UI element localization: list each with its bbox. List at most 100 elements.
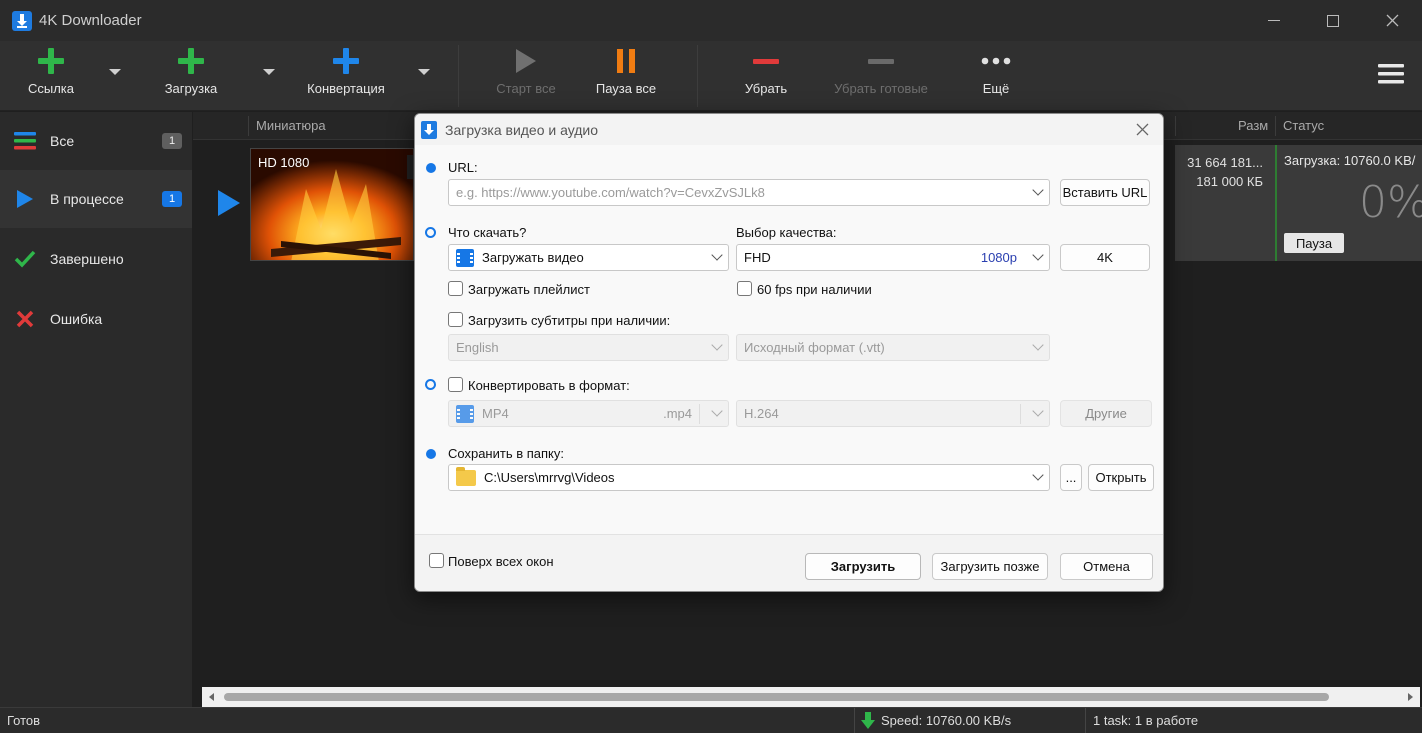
- start-all-button[interactable]: Старт все: [488, 41, 564, 111]
- convert-format-select[interactable]: MP4 .mp4: [448, 400, 729, 427]
- count-badge: 1: [162, 133, 182, 149]
- url-label: URL:: [448, 160, 478, 175]
- pause-icon: [617, 49, 635, 73]
- convert-button[interactable]: Конвертация: [300, 41, 392, 111]
- chevron-down-icon[interactable]: [1032, 339, 1044, 351]
- minimize-button[interactable]: [1244, 0, 1304, 41]
- quality-select[interactable]: FHD 1080p: [736, 244, 1050, 271]
- scroll-right-icon[interactable]: [1405, 692, 1415, 702]
- column-size[interactable]: Разм: [1238, 118, 1268, 133]
- toolbar-separator: [458, 45, 459, 107]
- chevron-down-icon[interactable]: [1032, 249, 1044, 261]
- browse-folder-button[interactable]: ...: [1060, 464, 1082, 491]
- subtitles-language-value: English: [456, 340, 499, 355]
- convert-label: Конвертировать в формат:: [468, 378, 630, 393]
- hamburger-menu-icon[interactable]: [1378, 63, 1404, 88]
- always-on-top-checkbox[interactable]: [429, 553, 444, 568]
- remove-done-button[interactable]: Убрать готовые: [826, 41, 936, 111]
- subtitles-format-select[interactable]: Исходный формат (.vtt): [736, 334, 1050, 361]
- url-placeholder: e.g. https://www.youtube.com/watch?v=Cev…: [456, 185, 765, 200]
- dialog-body: URL: e.g. https://www.youtube.com/watch?…: [415, 145, 1163, 534]
- sidebar-item-label: Завершено: [50, 251, 124, 267]
- remove-done-label: Убрать готовые: [834, 81, 928, 96]
- horizontal-scrollbar[interactable]: [202, 687, 1420, 707]
- download-dropdown-arrow[interactable]: [263, 69, 275, 75]
- column-separator: [1275, 116, 1276, 136]
- chevron-down-icon[interactable]: [711, 339, 723, 351]
- convert-codec-select[interactable]: H.264: [736, 400, 1050, 427]
- open-folder-button[interactable]: Открыть: [1088, 464, 1154, 491]
- more-dots-icon: [981, 57, 1011, 65]
- dialog-close-icon[interactable]: [1136, 120, 1149, 141]
- fps-label: 60 fps при наличии: [757, 282, 872, 297]
- quality-label: Выбор качества:: [736, 225, 837, 240]
- app-logo-icon: [421, 120, 437, 139]
- checkmark-green-icon: [14, 248, 36, 270]
- plus-green-icon: [38, 48, 64, 74]
- download-now-button[interactable]: Загрузить: [805, 553, 921, 580]
- dialog-title-bar: Загрузка видео и аудио: [415, 114, 1163, 145]
- sidebar-item-error[interactable]: Ошибка: [0, 290, 192, 348]
- save-folder-select[interactable]: C:\Users\mrrvg\Videos: [448, 464, 1050, 491]
- subtitles-checkbox[interactable]: [448, 312, 463, 327]
- other-formats-button[interactable]: Другие: [1060, 400, 1152, 427]
- thumbnail-quality-label: HD 1080: [258, 155, 310, 170]
- chevron-down-icon[interactable]: [1032, 469, 1044, 481]
- plus-blue-icon: [333, 48, 359, 74]
- download-later-button[interactable]: Загрузить позже: [932, 553, 1048, 580]
- chevron-down-icon[interactable]: [1032, 184, 1044, 196]
- pause-all-button[interactable]: Пауза все: [588, 41, 664, 111]
- quality-resolution: 1080p: [980, 250, 1017, 265]
- folder-icon: [456, 466, 476, 486]
- download-arrow-icon: [861, 712, 875, 729]
- more-button[interactable]: Ещё: [970, 41, 1022, 111]
- cancel-button[interactable]: Отмена: [1060, 553, 1153, 580]
- status-bar: Готов Speed: 10760.00 KB/s 1 task: 1 в р…: [0, 707, 1422, 733]
- download-button[interactable]: Загрузка: [158, 41, 224, 111]
- sidebar-item-in-progress[interactable]: В процессе 1: [0, 170, 192, 228]
- quality-4k-button[interactable]: 4K: [1060, 244, 1150, 271]
- minus-red-icon: [753, 58, 779, 64]
- convert-checkbox[interactable]: [448, 377, 463, 392]
- more-label: Ещё: [982, 81, 1010, 96]
- sidebar-item-completed[interactable]: Завершено: [0, 230, 192, 288]
- url-input[interactable]: e.g. https://www.youtube.com/watch?v=Cev…: [448, 179, 1050, 206]
- status-ready-text: Готов: [7, 713, 41, 728]
- fps-checkbox[interactable]: [737, 281, 752, 296]
- paste-url-button[interactable]: Вставить URL: [1060, 179, 1150, 206]
- step-bullet-hollow: [425, 379, 436, 390]
- download-label: Загрузка: [164, 81, 218, 96]
- sidebar-item-all[interactable]: Все 1: [0, 112, 192, 170]
- playlist-checkbox[interactable]: [448, 281, 463, 296]
- remove-button[interactable]: Убрать: [736, 41, 796, 111]
- convert-dropdown-arrow[interactable]: [418, 69, 430, 75]
- maximize-button[interactable]: [1303, 0, 1363, 41]
- play-row-icon[interactable]: [217, 189, 241, 220]
- title-bar: 4K Downloader: [0, 0, 1422, 41]
- convert-format-ext: .mp4: [663, 406, 692, 421]
- count-badge: 1: [162, 191, 182, 207]
- sidebar-item-label: В процессе: [50, 191, 124, 207]
- column-separator: [1175, 116, 1176, 136]
- add-link-button[interactable]: Ссылка: [20, 41, 82, 111]
- row-pause-button[interactable]: Пауза: [1284, 233, 1344, 253]
- column-status[interactable]: Статус: [1283, 118, 1324, 133]
- column-thumbnail[interactable]: Миниатюра: [256, 118, 326, 133]
- scrollbar-thumb[interactable]: [224, 693, 1329, 701]
- start-all-label: Старт все: [496, 81, 556, 96]
- quality-select-value: FHD: [744, 250, 771, 265]
- subtitles-language-select[interactable]: English: [448, 334, 729, 361]
- add-link-dropdown-arrow[interactable]: [109, 69, 121, 75]
- size-kb: 181 000 КБ: [1196, 174, 1263, 189]
- scroll-left-icon[interactable]: [207, 692, 217, 702]
- step-bullet-hollow: [425, 227, 436, 238]
- chevron-down-icon[interactable]: [1032, 405, 1044, 417]
- dialog-title: Загрузка видео и аудио: [445, 121, 599, 138]
- remove-label: Убрать: [744, 81, 788, 96]
- chevron-down-icon[interactable]: [711, 249, 723, 261]
- film-icon: [456, 404, 474, 423]
- what-select[interactable]: Загружать видео: [448, 244, 729, 271]
- what-label: Что скачать?: [448, 225, 527, 240]
- close-window-button[interactable]: [1362, 0, 1422, 41]
- chevron-down-icon[interactable]: [711, 405, 723, 417]
